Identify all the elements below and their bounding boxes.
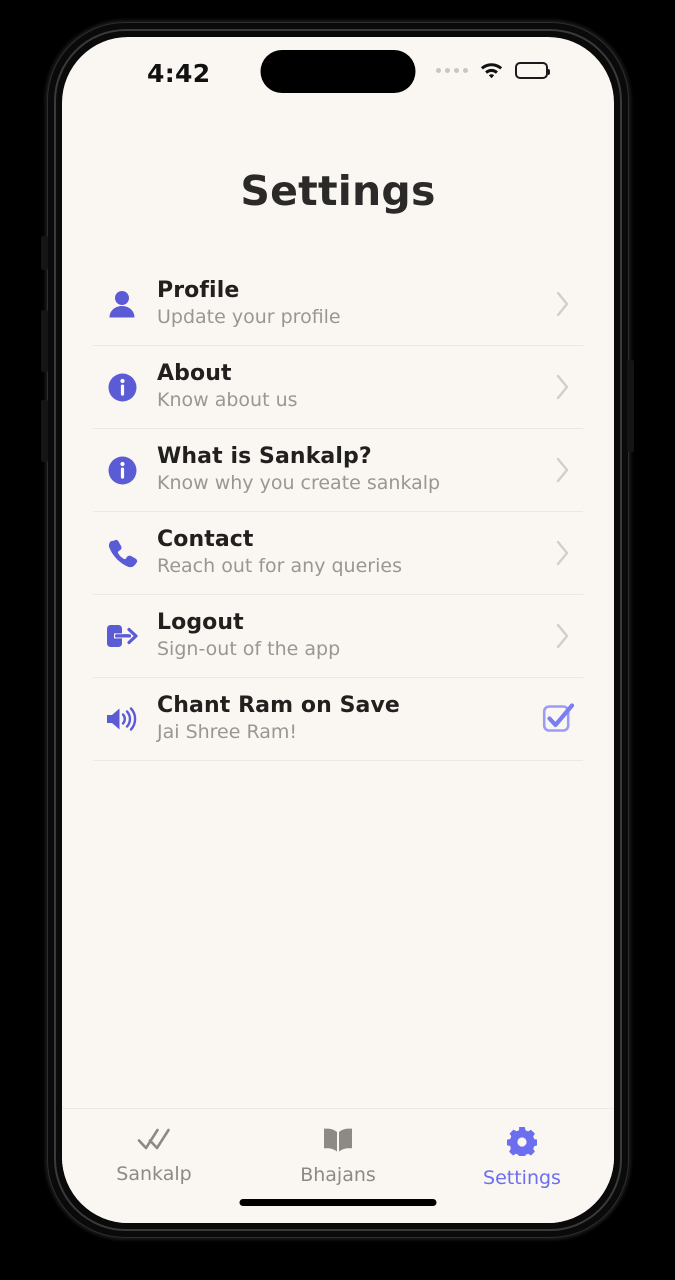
info-circle-icon — [93, 455, 151, 486]
checkbox-checked-icon[interactable] — [533, 702, 583, 736]
logout-icon — [93, 621, 151, 651]
open-book-icon — [322, 1126, 354, 1157]
settings-item-subtitle: Know why you create sankalp — [157, 472, 441, 495]
settings-item-text: Logout Sign-out of the app — [151, 610, 543, 663]
volume-up-button[interactable] — [41, 310, 48, 372]
phone-screen: 4:42 Settings Profile Update your profil… — [62, 37, 614, 1223]
settings-item-text: What is Sankalp? Know why you create san… — [151, 444, 543, 497]
home-indicator[interactable] — [239, 1199, 437, 1206]
settings-item-subtitle: Update your profile — [157, 306, 341, 329]
settings-item-chant-ram-on-save[interactable]: Chant Ram on Save Jai Shree Ram! — [93, 678, 583, 761]
tab-bhajans[interactable]: Bhajans — [247, 1126, 429, 1186]
settings-item-title: Profile — [157, 277, 240, 303]
battery-icon — [515, 62, 550, 79]
chevron-right-icon[interactable] — [543, 623, 583, 649]
settings-item-title: About — [157, 360, 232, 386]
settings-item-text: Profile Update your profile — [151, 278, 543, 331]
settings-list: Profile Update your profile About Know a… — [62, 263, 614, 761]
tab-label: Sankalp — [116, 1163, 192, 1185]
settings-item-text: About Know about us — [151, 361, 543, 414]
settings-item-text: Chant Ram on Save Jai Shree Ram! — [151, 693, 533, 746]
settings-item-subtitle: Jai Shree Ram! — [157, 721, 298, 744]
settings-item-what-is-sankalp[interactable]: What is Sankalp? Know why you create san… — [93, 429, 583, 512]
wifi-icon — [479, 59, 504, 82]
settings-item-about[interactable]: About Know about us — [93, 346, 583, 429]
tab-settings[interactable]: Settings — [431, 1126, 613, 1189]
settings-item-text: Contact Reach out for any queries — [151, 527, 543, 580]
chevron-right-icon[interactable] — [543, 374, 583, 400]
settings-item-contact[interactable]: Contact Reach out for any queries — [93, 512, 583, 595]
tab-sankalp[interactable]: Sankalp — [63, 1126, 245, 1185]
chevron-right-icon[interactable] — [543, 540, 583, 566]
settings-item-title: Contact — [157, 526, 254, 552]
gear-icon — [507, 1126, 538, 1160]
cellular-dots-icon — [436, 68, 468, 73]
settings-item-subtitle: Reach out for any queries — [157, 555, 402, 578]
chevron-right-icon[interactable] — [543, 291, 583, 317]
settings-item-title: Chant Ram on Save — [157, 692, 400, 718]
chevron-right-icon[interactable] — [543, 457, 583, 483]
settings-item-subtitle: Know about us — [157, 389, 298, 412]
silent-switch-button[interactable] — [41, 236, 48, 270]
power-button[interactable] — [627, 360, 634, 452]
phone-icon — [93, 537, 151, 570]
settings-item-title: What is Sankalp? — [157, 443, 372, 469]
speaker-volume-icon — [93, 704, 151, 734]
volume-down-button[interactable] — [41, 400, 48, 462]
double-check-icon — [137, 1126, 171, 1156]
person-icon — [93, 287, 151, 321]
settings-item-logout[interactable]: Logout Sign-out of the app — [93, 595, 583, 678]
status-bar-time: 4:42 — [147, 59, 211, 88]
dynamic-island — [260, 50, 416, 93]
page-title: Settings — [240, 167, 436, 215]
settings-item-subtitle: Sign-out of the app — [157, 638, 341, 661]
info-circle-icon — [93, 372, 151, 403]
settings-item-title: Logout — [157, 609, 244, 635]
tab-label: Settings — [483, 1167, 561, 1189]
tab-label: Bhajans — [300, 1164, 376, 1186]
status-bar: 4:42 — [62, 37, 614, 105]
settings-item-profile[interactable]: Profile Update your profile — [93, 263, 583, 346]
status-bar-indicators — [436, 59, 550, 82]
